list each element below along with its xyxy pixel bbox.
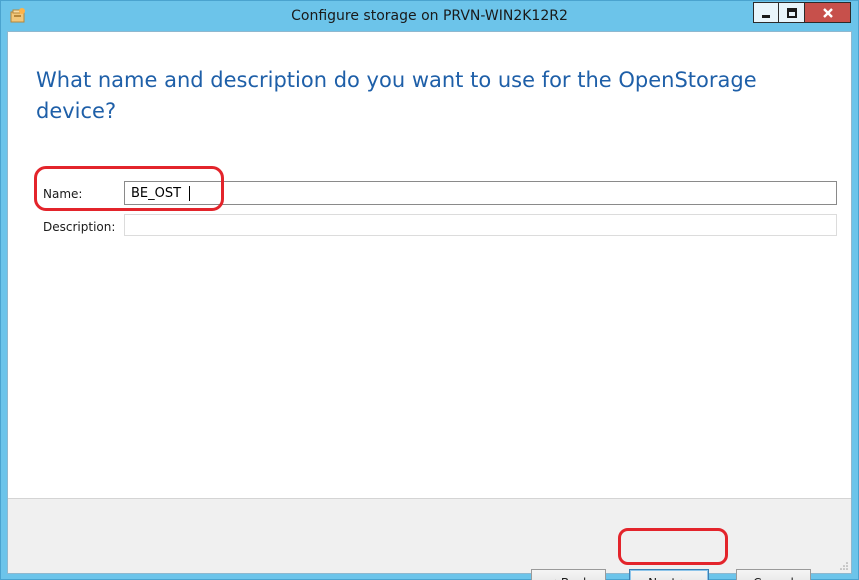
title-bar[interactable]: Configure storage on PRVN-WIN2K12R2 [1, 1, 858, 31]
text-caret [189, 186, 190, 201]
name-label: Name: [43, 187, 83, 201]
wizard-window: Configure storage on PRVN-WIN2K12R2 What… [0, 0, 859, 580]
description-input[interactable] [124, 214, 837, 236]
next-button[interactable]: Next > [629, 569, 709, 580]
page-heading: What name and description do you want to… [36, 68, 757, 123]
maximize-button[interactable] [779, 2, 805, 23]
maximize-icon [786, 7, 797, 18]
description-label: Description: [43, 220, 116, 234]
close-icon [822, 7, 833, 18]
minimize-icon [762, 14, 770, 18]
close-button[interactable] [805, 2, 851, 23]
name-input[interactable] [124, 181, 837, 205]
cancel-button[interactable]: Cancel [736, 569, 811, 580]
back-button[interactable]: < Back [531, 569, 606, 580]
window-title: Configure storage on PRVN-WIN2K12R2 [291, 8, 568, 24]
button-bar: < Back Next > Cancel [8, 498, 851, 580]
minimize-button[interactable] [753, 2, 779, 23]
resize-grip-icon[interactable] [839, 561, 849, 571]
wizard-content: What name and description do you want to… [7, 31, 852, 580]
